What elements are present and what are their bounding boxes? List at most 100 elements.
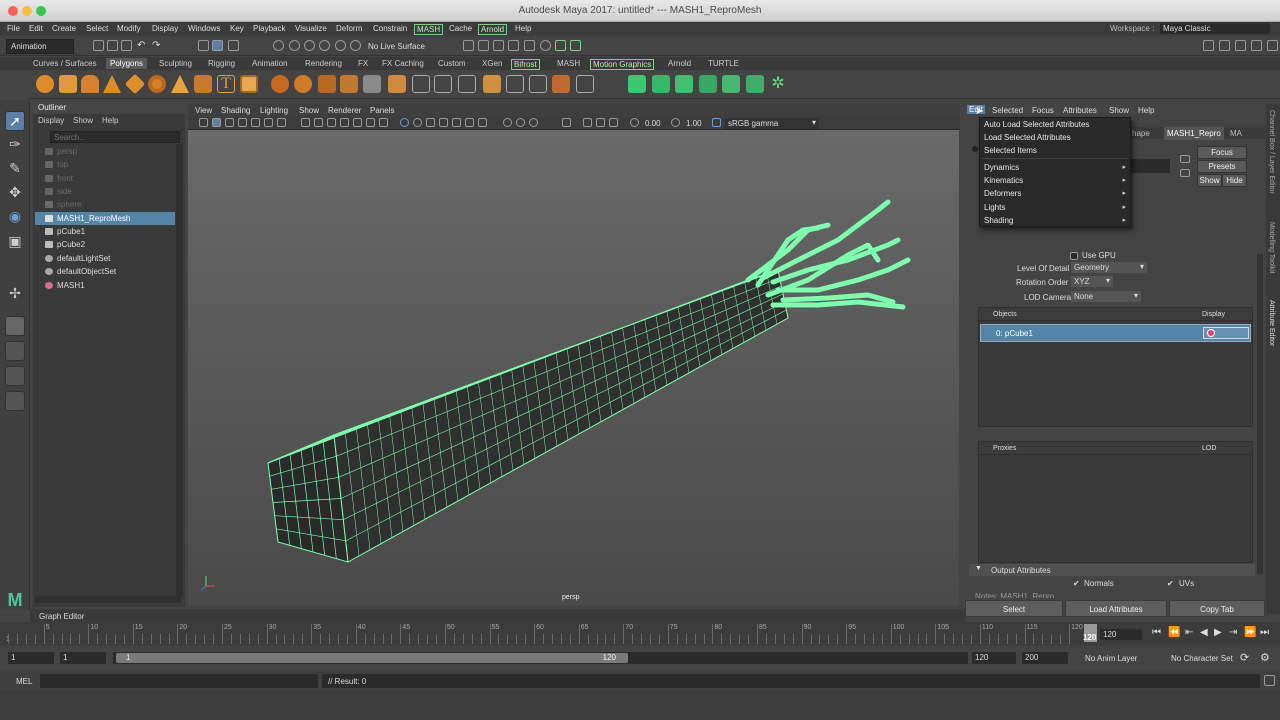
shelf-tab-mash[interactable]: MASH <box>557 59 580 68</box>
shelf-tab-rigging[interactable]: Rigging <box>208 59 235 68</box>
snap-live-icon[interactable] <box>350 40 361 51</box>
shelf-tab-arnold[interactable]: Arnold <box>668 59 691 68</box>
outliner-search-input[interactable] <box>50 131 180 143</box>
poly-sphere-icon[interactable] <box>36 75 54 93</box>
step-forward-key-icon[interactable]: ⏩ <box>1244 627 1256 638</box>
rotation-order-dropdown[interactable]: XYZ ▾ <box>1071 276 1113 287</box>
menu-set-dropdown[interactable]: Animation <box>6 39 74 54</box>
channel-box-icon[interactable] <box>1251 40 1262 51</box>
outliner-menu-show[interactable]: Show <box>73 116 93 125</box>
2d-pan-zoom-icon[interactable] <box>251 118 260 127</box>
resolution-gate-icon[interactable] <box>314 118 323 127</box>
go-to-end-icon[interactable]: ⏭ <box>1260 627 1269 638</box>
outliner-item-mash1[interactable]: MASH1 <box>35 279 175 292</box>
quad-draw-icon[interactable] <box>552 75 570 93</box>
paint-select-icon[interactable]: ✎ <box>5 160 25 180</box>
workspace-dropdown[interactable]: Maya Classic <box>1160 23 1270 34</box>
snap-view-icon[interactable] <box>319 40 330 51</box>
menu-select[interactable]: Select <box>86 24 108 33</box>
normals-checkbox[interactable]: ✔ <box>1073 579 1080 588</box>
menu-create[interactable]: Create <box>52 24 76 33</box>
playback-start-field[interactable]: 1 <box>60 652 106 664</box>
single-pane-layout-icon[interactable] <box>5 316 25 336</box>
open-scene-icon[interactable] <box>107 40 118 51</box>
3d-viewport[interactable]: persp <box>188 130 959 606</box>
presets-button[interactable]: Presets <box>1197 160 1247 173</box>
outliner-item-pcube1[interactable]: pCube1 <box>35 225 175 238</box>
exposure-icon[interactable] <box>630 118 639 127</box>
arnold-render-icon[interactable] <box>540 40 551 51</box>
hide-button[interactable]: Hide <box>1222 174 1247 187</box>
lights-icon[interactable] <box>439 118 448 127</box>
view-transform-dropdown[interactable]: sRGB gamma ▾ <box>725 118 819 129</box>
script-language-toggle[interactable]: MEL <box>16 677 32 686</box>
shelf-tab-xgen[interactable]: XGen <box>482 59 502 68</box>
outliner-layout-icon[interactable] <box>5 391 25 411</box>
select-objects-icon[interactable] <box>212 40 223 51</box>
graph-editor-bar[interactable]: Graph Editor <box>30 609 965 622</box>
poly-cube-icon[interactable] <box>59 75 77 93</box>
tool-settings-toggle-icon[interactable] <box>1235 40 1246 51</box>
safe-action-icon[interactable] <box>353 118 362 127</box>
range-bar-handle[interactable]: 1 120 <box>116 653 628 663</box>
mash-cache-icon[interactable] <box>746 75 764 93</box>
ae-menu-help[interactable]: Help <box>1138 106 1154 115</box>
snap-point-icon[interactable] <box>304 40 315 51</box>
outliner-menu-display[interactable]: Display <box>38 116 64 125</box>
xray-joints-icon[interactable] <box>583 118 592 127</box>
wireframe-icon[interactable] <box>379 118 388 127</box>
channel-box-toggle-icon[interactable] <box>570 40 581 51</box>
shelf-tab-bifrost[interactable]: Bifrost <box>511 59 540 70</box>
extrude-icon[interactable] <box>388 75 406 93</box>
menu-visualize[interactable]: Visualize <box>295 24 327 33</box>
render-history-icon[interactable] <box>463 40 474 51</box>
current-frame-field[interactable]: 120 <box>1100 629 1142 640</box>
menu-windows[interactable]: Windows <box>188 24 220 33</box>
play-forwards-icon[interactable]: ▶ <box>1214 627 1222 638</box>
selected-items-item[interactable]: Selected Items <box>984 146 1037 155</box>
menu-cache[interactable]: Cache <box>449 24 472 33</box>
viewport-menu-panels[interactable]: Panels <box>370 106 394 115</box>
modelling-toolkit-icon[interactable] <box>555 40 566 51</box>
redo-icon[interactable]: ↷ <box>152 40 163 51</box>
shelf-tab-turtle[interactable]: TURTLE <box>708 59 739 68</box>
menu-display[interactable]: Display <box>152 24 178 33</box>
deformers-submenu[interactable]: Deformers <box>984 189 1021 198</box>
use-gpu-checkbox[interactable] <box>1070 252 1078 260</box>
viewport-menu-show[interactable]: Show <box>299 106 319 115</box>
shelf-tab-animation[interactable]: Animation <box>252 59 288 68</box>
select-button[interactable]: Select <box>965 600 1063 617</box>
viewport-menu-lighting[interactable]: Lighting <box>260 106 288 115</box>
hypershade-icon[interactable] <box>524 40 535 51</box>
shading-submenu[interactable]: Shading <box>984 216 1013 225</box>
shelf-tab-sculpting[interactable]: Sculpting <box>159 59 192 68</box>
snap-grid-icon[interactable] <box>273 40 284 51</box>
menu-key[interactable]: Key <box>230 24 244 33</box>
mash-outliner-icon[interactable] <box>722 75 740 93</box>
outliner-item-persp[interactable]: persp <box>35 145 175 158</box>
rotate-tool-icon[interactable]: ◉ <box>5 208 25 228</box>
gate-mask-icon[interactable] <box>327 118 336 127</box>
fill-hole-icon[interactable] <box>458 75 476 93</box>
xray-icon[interactable] <box>562 118 571 127</box>
menu-deform[interactable]: Deform <box>336 24 362 33</box>
mash-network-icon[interactable]: ✲ <box>769 75 787 93</box>
ipr-render-icon[interactable] <box>493 40 504 51</box>
shadows-icon[interactable] <box>452 118 461 127</box>
script-editor-icon[interactable] <box>1264 675 1275 686</box>
menu-modify[interactable]: Modify <box>117 24 141 33</box>
step-back-key-icon[interactable]: ⏪ <box>1168 627 1180 638</box>
target-weld-icon[interactable] <box>529 75 547 93</box>
outliner-menu-help[interactable]: Help <box>102 116 118 125</box>
animation-end-field[interactable]: 200 <box>1022 652 1068 664</box>
uv-editor-icon[interactable] <box>576 75 594 93</box>
ae-menu-show[interactable]: Show <box>1109 106 1129 115</box>
outliner-horizontal-scrollbar[interactable] <box>35 596 181 603</box>
level-of-detail-dropdown[interactable]: Geometry ▾ <box>1071 262 1147 273</box>
output-connection-icon[interactable] <box>1180 169 1190 177</box>
poly-pipe-icon[interactable] <box>194 75 212 93</box>
gamma-icon[interactable] <box>671 118 680 127</box>
gamma-value[interactable]: 1.00 <box>686 119 702 128</box>
render-frame-icon[interactable] <box>478 40 489 51</box>
new-scene-icon[interactable] <box>93 40 104 51</box>
